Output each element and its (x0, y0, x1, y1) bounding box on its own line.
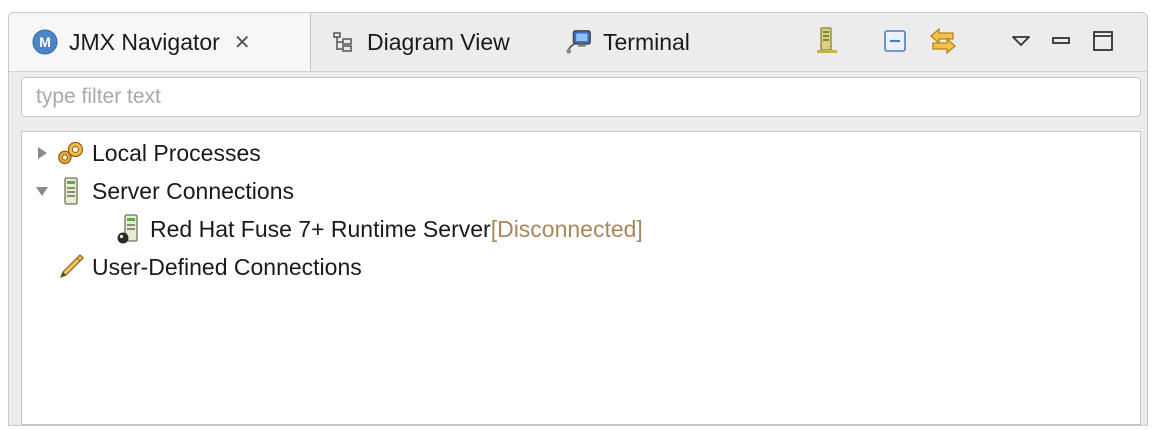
tree-item-user-defined-connections[interactable]: User-Defined Connections (56, 250, 362, 284)
tree-item-label: Red Hat Fuse 7+ Runtime Server (150, 215, 491, 242)
tree-item-server-connections[interactable]: Server Connections (34, 174, 294, 208)
terminal-icon (565, 28, 593, 56)
tab-jmx-navigator[interactable]: M JMX Navigator ✕ (9, 13, 311, 71)
tab-diagram-view[interactable]: Diagram View (329, 13, 510, 71)
expand-arrow-icon[interactable] (34, 145, 50, 161)
view-menu-button[interactable] (1005, 27, 1037, 59)
jmx-navigator-view: M JMX Navigator ✕ Diagram View Terminal … (8, 12, 1148, 426)
collapse-all-icon (882, 28, 908, 59)
view-menu-icon (1010, 33, 1032, 54)
new-connection-button[interactable] (811, 26, 843, 61)
tree-item-local-processes[interactable]: Local Processes (34, 136, 261, 170)
svg-text:M: M (39, 34, 51, 50)
jmx-navigator-icon: M (31, 28, 59, 56)
filter-input[interactable] (21, 77, 1141, 117)
tab-label: Diagram View (367, 28, 510, 55)
jmx-tree: Local Processes Server Connections Red H… (21, 131, 1141, 425)
maximize-icon (1091, 29, 1115, 58)
pencil-icon (56, 252, 86, 282)
tab-label: Terminal (603, 28, 690, 55)
connection-status: [Disconnected] (490, 215, 643, 242)
server-icon (56, 176, 86, 206)
tree-item-label: User-Defined Connections (92, 253, 362, 280)
collapse-arrow-icon[interactable] (34, 183, 50, 199)
tree-item-label: Local Processes (92, 139, 261, 166)
tab-label: JMX Navigator (69, 28, 220, 55)
tree-item-red-hat-fuse-server[interactable]: Red Hat Fuse 7+ Runtime Server [Disconne… (114, 212, 643, 246)
link-with-editor-button[interactable] (927, 27, 959, 59)
minimize-button[interactable] (1045, 27, 1077, 59)
local-processes-icon (56, 138, 86, 168)
diagram-view-icon (329, 28, 357, 56)
close-icon[interactable]: ✕ (234, 30, 251, 55)
server-disconnected-icon (114, 214, 144, 244)
link-with-editor-icon (927, 26, 959, 61)
minimize-icon (1050, 33, 1072, 54)
new-connection-icon (814, 26, 840, 61)
tab-terminal[interactable]: Terminal (565, 13, 690, 71)
maximize-button[interactable] (1087, 27, 1119, 59)
tab-bar: M JMX Navigator ✕ Diagram View Terminal (9, 13, 1147, 72)
collapse-all-button[interactable] (879, 27, 911, 59)
tree-item-label: Server Connections (92, 177, 294, 204)
